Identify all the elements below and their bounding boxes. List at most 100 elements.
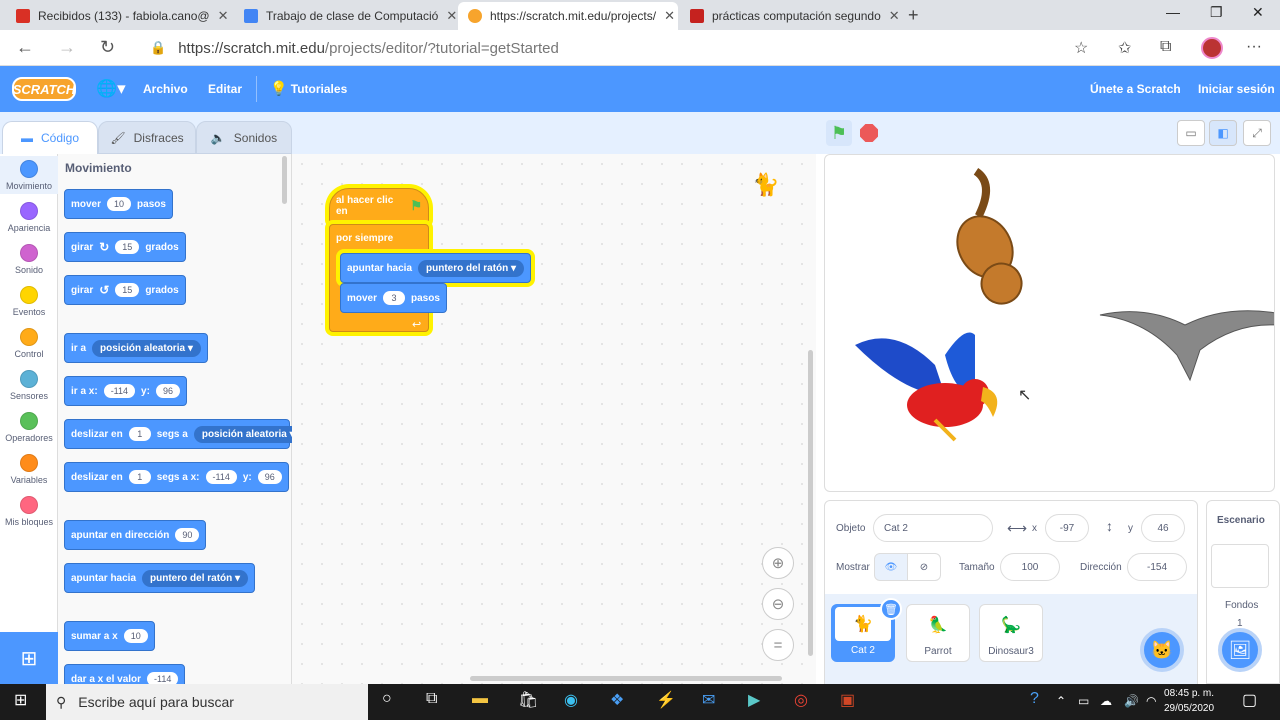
block-move-steps[interactable]: mover 10 pasos bbox=[64, 189, 173, 219]
stage-thumbnail[interactable] bbox=[1211, 544, 1269, 588]
small-stage-button[interactable]: ▭ bbox=[1177, 120, 1205, 146]
tab-sounds[interactable]: 🔈 Sonidos bbox=[196, 121, 292, 154]
azure-icon[interactable]: ⚡ bbox=[656, 690, 676, 710]
chrome-icon[interactable]: ◎ bbox=[794, 690, 808, 710]
number-input[interactable]: 10 bbox=[123, 629, 148, 643]
collections-icon[interactable]: ⧉ bbox=[1160, 38, 1171, 56]
category-sensing[interactable]: Sensores bbox=[0, 370, 58, 401]
show-visible-button[interactable]: 👁 bbox=[874, 553, 908, 581]
block-point-towards[interactable]: apuntar hacia puntero del ratón ▾ bbox=[64, 563, 256, 593]
file-explorer-icon[interactable]: ▬ bbox=[472, 690, 488, 708]
number-input[interactable]: 10 bbox=[107, 197, 132, 211]
battery-icon[interactable]: ▭ bbox=[1078, 694, 1089, 708]
target-dropdown[interactable]: posición aleatoria ▾ bbox=[92, 339, 201, 357]
zoom-reset-button[interactable]: = bbox=[762, 629, 794, 661]
block-point-towards-script[interactable]: apuntar hacia puntero del ratón ▾ bbox=[340, 253, 532, 283]
taskbar-search[interactable]: ⚲ Escribe aquí para buscar bbox=[46, 684, 368, 720]
block-turn-left[interactable]: girar ↺ 15 grados bbox=[64, 275, 186, 305]
y-input[interactable]: 46 bbox=[1141, 514, 1185, 542]
close-icon[interactable]: ✕ bbox=[218, 8, 229, 24]
y-input[interactable]: 96 bbox=[257, 470, 282, 484]
tutorials-menu[interactable]: 💡 Tutoriales bbox=[270, 80, 347, 97]
block-go-to-xy[interactable]: ir a x: -114 y: 96 bbox=[64, 376, 187, 406]
windows-start-icon[interactable]: ⊞ bbox=[14, 690, 27, 710]
target-dropdown[interactable]: puntero del ratón ▾ bbox=[142, 569, 249, 587]
x-input[interactable]: -114 bbox=[103, 384, 136, 398]
close-window-icon[interactable]: ✕ bbox=[1252, 4, 1264, 21]
back-icon[interactable]: ← bbox=[16, 37, 34, 58]
number-input[interactable]: 15 bbox=[115, 240, 140, 254]
join-scratch-link[interactable]: Únete a Scratch bbox=[1090, 82, 1181, 96]
add-sprite-button[interactable]: 🐱 bbox=[1140, 628, 1184, 672]
category-operators[interactable]: Operadores bbox=[0, 412, 58, 443]
zoom-in-button[interactable]: ⊕ bbox=[762, 547, 794, 579]
seconds-input[interactable]: 1 bbox=[128, 427, 151, 441]
category-motion[interactable]: Movimiento bbox=[0, 156, 58, 194]
new-tab-icon[interactable]: + bbox=[908, 5, 919, 26]
hat-block-when-flag-clicked[interactable]: al hacer clic en ⚑ bbox=[329, 188, 429, 224]
green-flag-button[interactable]: ⚑ bbox=[826, 120, 852, 146]
close-icon[interactable]: ✕ bbox=[889, 8, 900, 24]
direction-input[interactable]: 90 bbox=[175, 528, 200, 542]
wifi-icon[interactable]: ◠ bbox=[1146, 694, 1156, 708]
sprite-name-input[interactable]: Cat 2 bbox=[873, 514, 993, 542]
close-icon[interactable]: ✕ bbox=[664, 8, 675, 24]
sprite-tile-parrot[interactable]: 🦜 Parrot bbox=[906, 604, 970, 662]
browser-tab-scratch[interactable]: https://scratch.mit.edu/projects/✕ bbox=[458, 2, 678, 30]
delete-sprite-button[interactable]: 🗑 bbox=[880, 598, 902, 620]
add-backdrop-button[interactable]: 🖼 bbox=[1218, 628, 1262, 672]
cloud-icon[interactable]: ☁ bbox=[1100, 694, 1112, 708]
script-horizontal-scrollbar[interactable] bbox=[470, 676, 782, 681]
target-dropdown[interactable]: puntero del ratón ▾ bbox=[418, 259, 525, 277]
tab-code[interactable]: ▬ Código bbox=[2, 121, 98, 154]
refresh-icon[interactable]: ↻ bbox=[100, 37, 115, 58]
number-input[interactable]: 3 bbox=[383, 291, 406, 305]
palette-scrollbar[interactable] bbox=[282, 156, 287, 204]
block-turn-right[interactable]: girar ↻ 15 grados bbox=[64, 232, 186, 262]
block-point-in-direction[interactable]: apuntar en dirección 90 bbox=[64, 520, 207, 550]
direction-input[interactable]: -154 bbox=[1127, 553, 1187, 581]
block-glide-to[interactable]: deslizar en 1 segs a posición aleatoria ▾ bbox=[64, 419, 303, 449]
number-input[interactable]: 15 bbox=[115, 283, 140, 297]
app-icon[interactable]: ▶ bbox=[748, 690, 760, 710]
category-sound[interactable]: Sonido bbox=[0, 244, 58, 275]
browser-tab-pdf[interactable]: prácticas computación segundo ✕ bbox=[680, 2, 902, 30]
seconds-input[interactable]: 1 bbox=[128, 470, 151, 484]
stage-canvas[interactable] bbox=[824, 154, 1275, 492]
x-input[interactable]: -114 bbox=[205, 470, 237, 484]
edit-menu[interactable]: Editar bbox=[208, 82, 242, 96]
scratch-logo[interactable]: SCRATCH bbox=[12, 77, 76, 101]
volume-icon[interactable]: 🔊 bbox=[1124, 694, 1139, 708]
close-icon[interactable]: ✕ bbox=[446, 8, 456, 24]
star-icon[interactable]: ☆ bbox=[1074, 38, 1088, 58]
browser-tab-gmail[interactable]: Recibidos (133) - fabiola.cano@ ✕ bbox=[6, 2, 232, 30]
browser-tab-classroom[interactable]: Trabajo de clase de Computació ✕ bbox=[234, 2, 456, 30]
category-variables[interactable]: Variables bbox=[0, 454, 58, 485]
minimize-icon[interactable]: — bbox=[1166, 4, 1180, 20]
show-hidden-button[interactable]: ⊘ bbox=[907, 553, 941, 581]
help-icon[interactable]: ? bbox=[1030, 690, 1039, 708]
zoom-out-button[interactable]: ⊖ bbox=[762, 588, 794, 620]
cortana-icon[interactable]: ○ bbox=[382, 690, 392, 708]
store-icon[interactable]: 🛍 bbox=[518, 690, 538, 710]
category-events[interactable]: Eventos bbox=[0, 286, 58, 317]
sprite-tile-dinosaur3[interactable]: 🦕 Dinosaur3 bbox=[979, 604, 1043, 662]
stop-button[interactable] bbox=[860, 124, 878, 142]
tab-costumes[interactable]: 🖌 Disfraces bbox=[98, 121, 196, 154]
script-vertical-scrollbar[interactable] bbox=[808, 350, 813, 656]
url-field[interactable]: 🔒 https://scratch.mit.edu/projects/edito… bbox=[140, 34, 1100, 62]
target-dropdown[interactable]: posición aleatoria ▾ bbox=[193, 425, 303, 443]
task-view-icon[interactable]: ⧉ bbox=[426, 690, 437, 708]
add-extension-button[interactable]: ⊞ bbox=[0, 632, 58, 684]
dropbox-icon[interactable]: ❖ bbox=[610, 690, 624, 710]
maximize-icon[interactable]: ❐ bbox=[1210, 4, 1223, 21]
normal-stage-button[interactable]: ◧ bbox=[1209, 120, 1237, 146]
favorites-icon[interactable]: ✩ bbox=[1118, 38, 1131, 58]
y-input[interactable]: 96 bbox=[155, 384, 180, 398]
more-icon[interactable]: ··· bbox=[1246, 38, 1262, 56]
block-change-x[interactable]: sumar a x 10 bbox=[64, 621, 155, 651]
tray-chevron-icon[interactable]: ⌃ bbox=[1056, 694, 1066, 708]
category-my-blocks[interactable]: Mis bloques bbox=[0, 496, 58, 527]
profile-avatar[interactable] bbox=[1201, 37, 1223, 59]
language-globe-icon[interactable]: 🌐▾ bbox=[96, 79, 126, 99]
